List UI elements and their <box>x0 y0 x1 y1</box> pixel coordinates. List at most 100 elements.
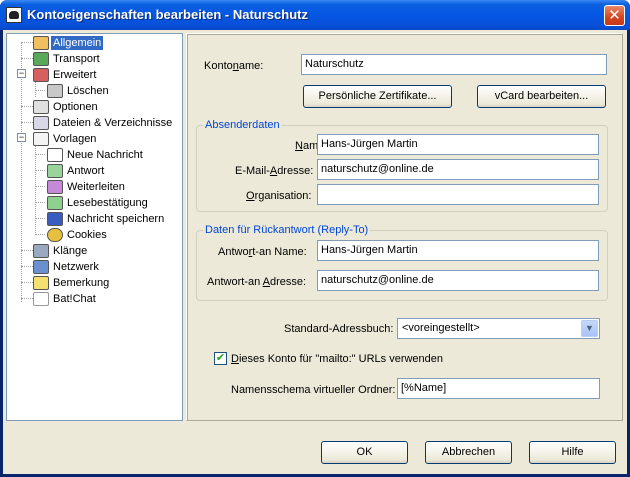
tree-item-label: Cookies <box>67 229 107 241</box>
tree-item-label: Netzwerk <box>53 261 99 273</box>
tree-line <box>35 234 45 235</box>
options-icon <box>33 100 49 114</box>
tree-line <box>35 154 45 155</box>
tree-item-weiterleiten[interactable]: Weiterleiten <box>47 179 127 195</box>
email-label: E-Mail-Adresse: <box>235 165 314 177</box>
delete-icon <box>47 84 63 98</box>
tree-item-loeschen[interactable]: Löschen <box>47 83 111 99</box>
tree-line <box>21 282 33 283</box>
addressbook-label: Standard-Adressbuch: <box>284 323 394 335</box>
tree-item-antwort[interactable]: Antwort <box>47 163 106 179</box>
reply-name-label: Antwort-an Name: <box>218 246 307 258</box>
mailto-label[interactable]: Dieses Konto für "mailto:" URLs verwende… <box>231 353 443 365</box>
tree-item-label: Lesebestätigung <box>67 197 148 209</box>
app-icon <box>6 7 22 23</box>
naming-scheme-label: Namensschema virtueller Ordner: <box>231 384 396 396</box>
tree-item-label: Optionen <box>53 101 98 113</box>
tree-item-label: Nachricht speichern <box>67 213 165 225</box>
tree-line <box>35 202 45 203</box>
tree-item-label: Weiterleiten <box>67 181 125 193</box>
tree-item-label: Bemerkung <box>53 277 110 289</box>
addressbook-select[interactable]: <voreingestellt> ▼ <box>397 318 600 339</box>
general-icon <box>33 36 49 50</box>
help-button[interactable]: Hilfe <box>529 441 616 464</box>
tree-line <box>21 106 33 107</box>
note-icon <box>33 276 49 290</box>
tree-item-allgemein[interactable]: Allgemein <box>33 35 104 51</box>
tree-item-label: Dateien & Verzeichnisse <box>53 117 173 129</box>
tree-line <box>21 42 22 302</box>
naming-scheme-input[interactable]: [%Name] <box>397 378 600 399</box>
tree-line <box>21 250 33 251</box>
window-title: Kontoeigenschaften bearbeiten - Natursch… <box>27 7 308 22</box>
reply-to-group-title: Daten für Rückantwort (Reply-To) <box>203 224 371 236</box>
dialog-client: − − Allgemein Transport Erweitert Lösche… <box>3 30 627 474</box>
tree-item-bemerkung[interactable]: Bemerkung <box>33 275 111 291</box>
read-receipt-icon <box>47 196 63 210</box>
tree-line <box>35 218 45 219</box>
edit-vcard-button[interactable]: vCard bearbeiten... <box>477 85 606 108</box>
tree-line <box>35 81 36 97</box>
advanced-icon <box>33 68 49 82</box>
tree-item-nachricht-speichern[interactable]: Nachricht speichern <box>47 211 166 227</box>
settings-tree[interactable]: − − Allgemein Transport Erweitert Lösche… <box>6 33 183 421</box>
tree-expander-erweitert[interactable]: − <box>17 69 26 78</box>
tree-item-lesebestaetigung[interactable]: Lesebestätigung <box>47 195 150 211</box>
title-bar[interactable]: Kontoeigenschaften bearbeiten - Natursch… <box>0 0 630 30</box>
cancel-button[interactable]: Abbrechen <box>425 441 512 464</box>
tree-item-label: Antwort <box>67 165 105 177</box>
email-input[interactable]: naturschutz@online.de <box>317 159 599 180</box>
reply-address-label: Antwort-an Adresse: <box>207 276 307 288</box>
tree-item-label: Allgemein <box>51 36 104 50</box>
tree-line <box>21 42 33 43</box>
tree-line <box>21 122 33 123</box>
tree-item-netzwerk[interactable]: Netzwerk <box>33 259 101 275</box>
save-message-icon <box>47 212 63 226</box>
network-icon <box>33 260 49 274</box>
tree-item-label: Löschen <box>67 85 109 97</box>
tree-item-dateien[interactable]: Dateien & Verzeichnisse <box>33 115 174 131</box>
mailto-checkbox[interactable]: ✔ <box>214 352 227 365</box>
tree-line <box>21 298 33 299</box>
reply-icon <box>47 164 63 178</box>
name-input[interactable]: Hans-Jürgen Martin <box>317 134 599 155</box>
reply-name-input[interactable]: Hans-Jürgen Martin <box>317 240 599 261</box>
chat-icon <box>33 292 49 306</box>
tree-item-vorlagen[interactable]: Vorlagen <box>33 131 98 147</box>
tree-expander-vorlagen[interactable]: − <box>17 133 26 142</box>
tree-item-klaenge[interactable]: Klänge <box>33 243 89 259</box>
new-message-icon <box>47 148 63 162</box>
sender-data-group-title: Absenderdaten <box>203 119 282 131</box>
chevron-down-icon[interactable]: ▼ <box>581 320 598 337</box>
tree-item-erweitert[interactable]: Erweitert <box>33 67 98 83</box>
close-button[interactable]: ✕ <box>604 5 625 26</box>
tree-line <box>21 58 33 59</box>
organisation-input[interactable] <box>317 184 599 205</box>
tree-item-label: Klänge <box>53 245 88 257</box>
general-settings-panel: Kontoname: Naturschutz Persönliche Zerti… <box>186 33 623 421</box>
addressbook-selected-value: <voreingestellt> <box>402 322 480 334</box>
tree-item-neue-nachricht[interactable]: Neue Nachricht <box>47 147 145 163</box>
tree-item-label: Neue Nachricht <box>67 149 143 161</box>
forward-icon <box>47 180 63 194</box>
account-name-input[interactable]: Naturschutz <box>301 54 607 75</box>
tree-item-label: Erweitert <box>53 69 97 81</box>
tree-line <box>35 145 36 235</box>
dialog-window: Kontoeigenschaften bearbeiten - Natursch… <box>0 0 630 477</box>
tree-item-label: Bat!Chat <box>53 293 96 305</box>
tree-item-transport[interactable]: Transport <box>33 51 102 67</box>
tree-item-label: Transport <box>53 53 100 65</box>
ok-button[interactable]: OK <box>321 441 408 464</box>
tree-line <box>35 186 45 187</box>
tree-item-batchat[interactable]: Bat!Chat <box>33 291 98 307</box>
tree-item-cookies[interactable]: Cookies <box>47 227 109 243</box>
sounds-icon <box>33 244 49 258</box>
organisation-label: Organisation: <box>246 190 312 202</box>
personal-certificates-button[interactable]: Persönliche Zertifikate... <box>303 85 452 108</box>
templates-icon <box>33 132 49 146</box>
tree-line <box>35 90 45 91</box>
account-name-label: Kontoname: <box>204 60 264 72</box>
tree-line <box>21 266 33 267</box>
tree-item-optionen[interactable]: Optionen <box>33 99 100 115</box>
reply-address-input[interactable]: naturschutz@online.de <box>317 270 599 291</box>
